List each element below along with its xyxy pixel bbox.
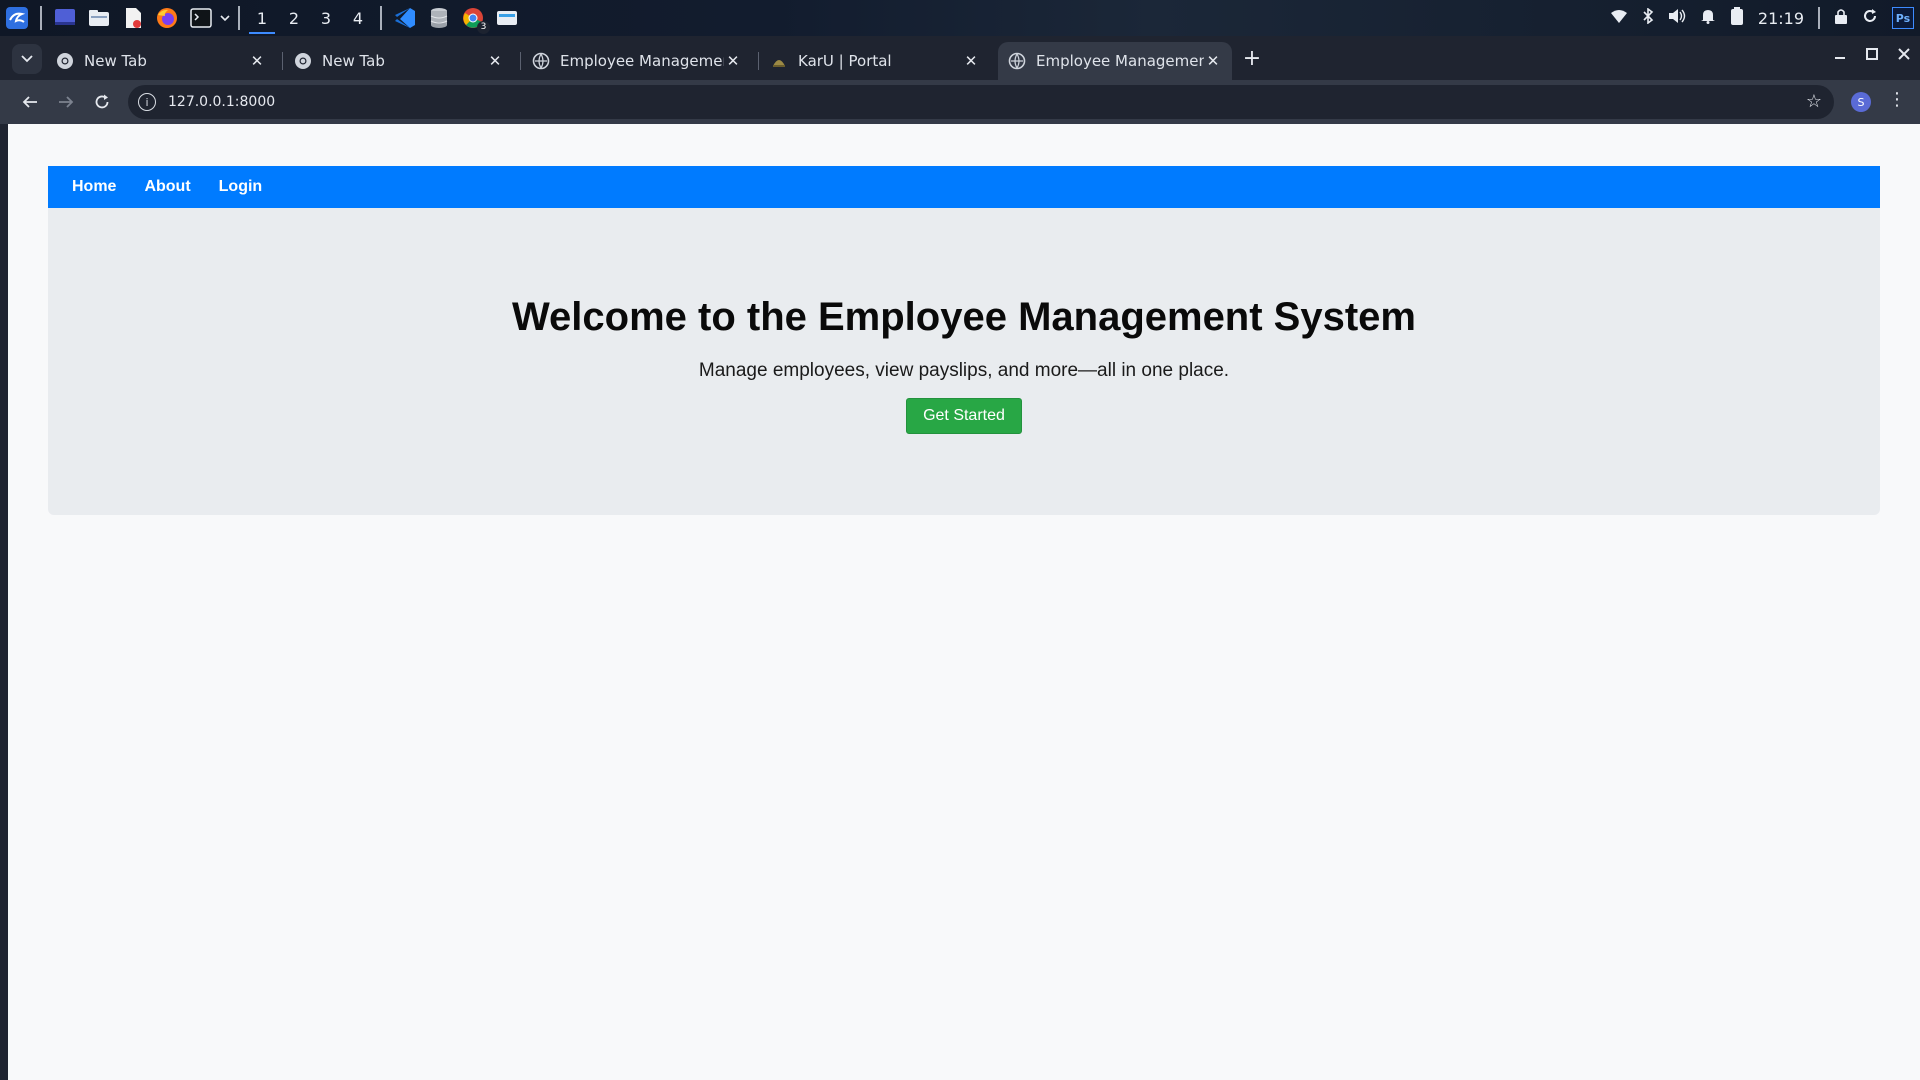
tab-title: New Tab bbox=[84, 52, 147, 70]
tab-title: New Tab bbox=[322, 52, 385, 70]
back-arrow-icon[interactable] bbox=[15, 87, 45, 117]
close-icon[interactable]: ✕ bbox=[248, 52, 266, 70]
chevron-down-icon[interactable] bbox=[218, 5, 232, 31]
show-desktop-icon[interactable] bbox=[52, 5, 78, 31]
tab-divider bbox=[282, 52, 283, 70]
taskbar-separator bbox=[380, 6, 382, 30]
tab-divider bbox=[520, 52, 521, 70]
tab-title: Employee Management S bbox=[560, 52, 724, 70]
forward-arrow-icon[interactable] bbox=[51, 87, 81, 117]
taskbar-separator bbox=[1818, 7, 1820, 29]
bluetooth-icon[interactable] bbox=[1642, 7, 1654, 28]
text-editor-icon[interactable] bbox=[120, 5, 146, 31]
close-icon[interactable]: ✕ bbox=[486, 52, 504, 70]
taskbar-separator bbox=[238, 6, 240, 30]
close-icon[interactable]: ✕ bbox=[724, 52, 742, 70]
refresh-icon[interactable] bbox=[1862, 8, 1878, 28]
vscode-icon[interactable] bbox=[392, 5, 418, 31]
browser-tab[interactable]: KarU | Portal ✕ bbox=[760, 42, 990, 80]
system-tray: 21:19 Ps bbox=[1610, 0, 1920, 36]
portal-favicon-icon bbox=[773, 60, 785, 67]
page-viewport: Home About Login Welcome to the Employee… bbox=[8, 124, 1920, 1080]
browser-toolbar: i 127.0.0.1:8000 ☆ S ⋮ bbox=[0, 80, 1920, 124]
tab-search-button[interactable] bbox=[12, 44, 42, 74]
lock-icon[interactable] bbox=[1834, 8, 1848, 28]
database-icon[interactable] bbox=[426, 5, 452, 31]
system-taskbar: 1 2 3 4 3 21:19 Ps bbox=[0, 0, 1920, 36]
site-navbar: Home About Login bbox=[48, 166, 1880, 208]
minimize-icon[interactable] bbox=[1829, 46, 1851, 68]
maximize-icon[interactable] bbox=[1861, 46, 1883, 68]
workspace-3[interactable]: 3 bbox=[310, 0, 342, 36]
address-bar[interactable]: i 127.0.0.1:8000 ☆ bbox=[128, 85, 1834, 119]
bell-icon[interactable] bbox=[1700, 8, 1716, 28]
hero-title: Welcome to the Employee Management Syste… bbox=[512, 295, 1416, 339]
tab-divider bbox=[758, 52, 759, 70]
chrome-favicon-icon bbox=[57, 53, 73, 69]
taskbar-separator bbox=[40, 6, 42, 30]
chevron-down-icon bbox=[21, 55, 33, 63]
tab-title: KarU | Portal bbox=[798, 52, 892, 70]
nav-link-about[interactable]: About bbox=[144, 178, 190, 196]
workspace-1[interactable]: 1 bbox=[246, 0, 278, 36]
screenshot-tool-icon[interactable] bbox=[494, 5, 520, 31]
volume-icon[interactable] bbox=[1668, 8, 1686, 28]
chrome-window-count-badge: 3 bbox=[477, 21, 490, 34]
browser-tab[interactable]: Employee Management S ✕ bbox=[522, 42, 752, 80]
hero-subtitle: Manage employees, view payslips, and mor… bbox=[698, 360, 1230, 381]
workspace-2[interactable]: 2 bbox=[278, 0, 310, 36]
photoshop-icon[interactable]: Ps bbox=[1892, 7, 1914, 29]
clock[interactable]: 21:19 bbox=[1758, 9, 1804, 28]
new-tab-button[interactable]: + bbox=[1240, 48, 1264, 72]
browser-tab[interactable]: New Tab ✕ bbox=[46, 42, 276, 80]
battery-icon bbox=[1730, 6, 1744, 30]
chrome-favicon-icon bbox=[295, 53, 311, 69]
workspace-4[interactable]: 4 bbox=[342, 0, 374, 36]
chrome-icon[interactable]: 3 bbox=[460, 5, 490, 34]
browser-tab-strip: New Tab ✕ New Tab ✕ Employee Management … bbox=[0, 36, 1920, 80]
globe-icon bbox=[1008, 52, 1026, 70]
url-text[interactable]: 127.0.0.1:8000 bbox=[168, 94, 275, 110]
firefox-icon[interactable] bbox=[154, 5, 180, 31]
bookmark-star-icon[interactable]: ☆ bbox=[1806, 91, 1822, 112]
window-border bbox=[0, 124, 8, 1080]
close-window-icon[interactable] bbox=[1893, 46, 1915, 68]
site-info-icon[interactable]: i bbox=[138, 93, 156, 111]
browser-tab[interactable]: New Tab ✕ bbox=[284, 42, 514, 80]
app-launcher-icon[interactable] bbox=[4, 5, 30, 31]
close-icon[interactable]: ✕ bbox=[962, 52, 980, 70]
hero-jumbotron: Welcome to the Employee Management Syste… bbox=[48, 208, 1880, 515]
browser-menu-icon[interactable]: ⋮ bbox=[1888, 89, 1906, 110]
nav-link-login[interactable]: Login bbox=[219, 178, 263, 196]
wifi-icon[interactable] bbox=[1610, 9, 1628, 28]
close-icon[interactable]: ✕ bbox=[1204, 52, 1222, 70]
globe-icon bbox=[532, 52, 550, 70]
browser-tab-active[interactable]: Employee Management S ✕ bbox=[998, 42, 1232, 80]
nav-link-home[interactable]: Home bbox=[72, 178, 116, 196]
tab-title: Employee Management S bbox=[1036, 52, 1204, 70]
terminal-icon[interactable] bbox=[188, 5, 214, 31]
file-manager-icon[interactable] bbox=[86, 5, 112, 31]
get-started-button[interactable]: Get Started bbox=[906, 398, 1022, 434]
profile-avatar[interactable]: S bbox=[1851, 92, 1871, 112]
reload-icon[interactable] bbox=[87, 87, 117, 117]
